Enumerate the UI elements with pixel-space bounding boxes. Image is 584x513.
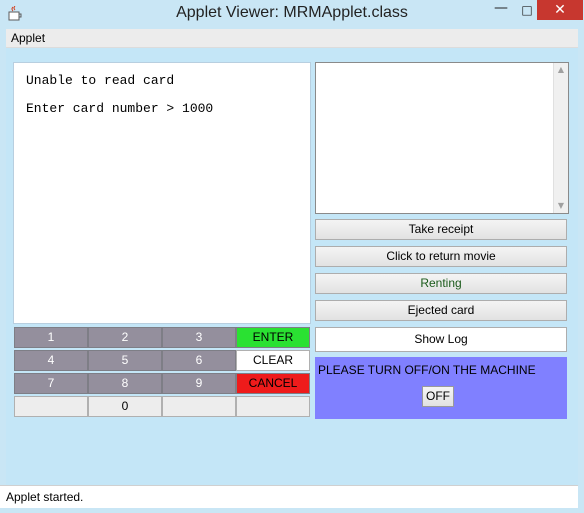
take-receipt-button[interactable]: Take receipt	[315, 219, 567, 240]
key-blank-left[interactable]	[14, 396, 88, 417]
key-7[interactable]: 7	[14, 373, 88, 394]
cancel-key[interactable]: CANCEL	[236, 373, 310, 394]
enter-key[interactable]: ENTER	[236, 327, 310, 348]
key-2[interactable]: 2	[88, 327, 162, 348]
menu-bar: Applet	[6, 29, 578, 48]
log-scrollbar[interactable]: ▲ ▼	[553, 63, 568, 213]
key-blank-right[interactable]	[236, 396, 310, 417]
key-blank-mid[interactable]	[162, 396, 236, 417]
screen-line-1: Unable to read card	[26, 73, 175, 88]
applet-panel: Unable to read card Enter card number > …	[6, 48, 578, 485]
key-0[interactable]: 0	[88, 396, 162, 417]
key-3[interactable]: 3	[162, 327, 236, 348]
title-bar: Applet Viewer: MRMApplet.class — □ ✕	[0, 0, 584, 28]
off-button[interactable]: OFF	[422, 386, 454, 407]
scroll-down-icon[interactable]: ▼	[554, 200, 568, 212]
key-6[interactable]: 6	[162, 350, 236, 371]
menu-applet[interactable]: Applet	[11, 31, 45, 45]
return-movie-button[interactable]: Click to return movie	[315, 246, 567, 267]
ejected-card-button[interactable]: Ejected card	[315, 300, 567, 321]
clear-key[interactable]: CLEAR	[236, 350, 310, 371]
keypad: 1 2 3 ENTER 4 5 6 CLEAR 7 8 9 CANCEL 0	[14, 327, 310, 419]
screen-line-2: Enter card number > 1000	[26, 101, 214, 116]
key-5[interactable]: 5	[88, 350, 162, 371]
close-button[interactable]: ✕	[537, 0, 583, 20]
key-1[interactable]: 1	[14, 327, 88, 348]
status-text: Applet started.	[6, 490, 84, 504]
power-notice-text: PLEASE TURN OFF/ON THE MACHINE	[318, 363, 536, 377]
minimize-button[interactable]: —	[488, 0, 514, 20]
scroll-up-icon[interactable]: ▲	[554, 64, 568, 76]
renting-button[interactable]: Renting	[315, 273, 567, 294]
key-8[interactable]: 8	[88, 373, 162, 394]
power-notice-panel: PLEASE TURN OFF/ON THE MACHINE OFF	[315, 357, 567, 419]
display-screen: Unable to read card Enter card number > …	[13, 62, 311, 324]
key-9[interactable]: 9	[162, 373, 236, 394]
log-textarea[interactable]: ▲ ▼	[315, 62, 569, 214]
status-bar: Applet started.	[0, 485, 584, 513]
key-4[interactable]: 4	[14, 350, 88, 371]
show-log-button[interactable]: Show Log	[315, 327, 567, 352]
